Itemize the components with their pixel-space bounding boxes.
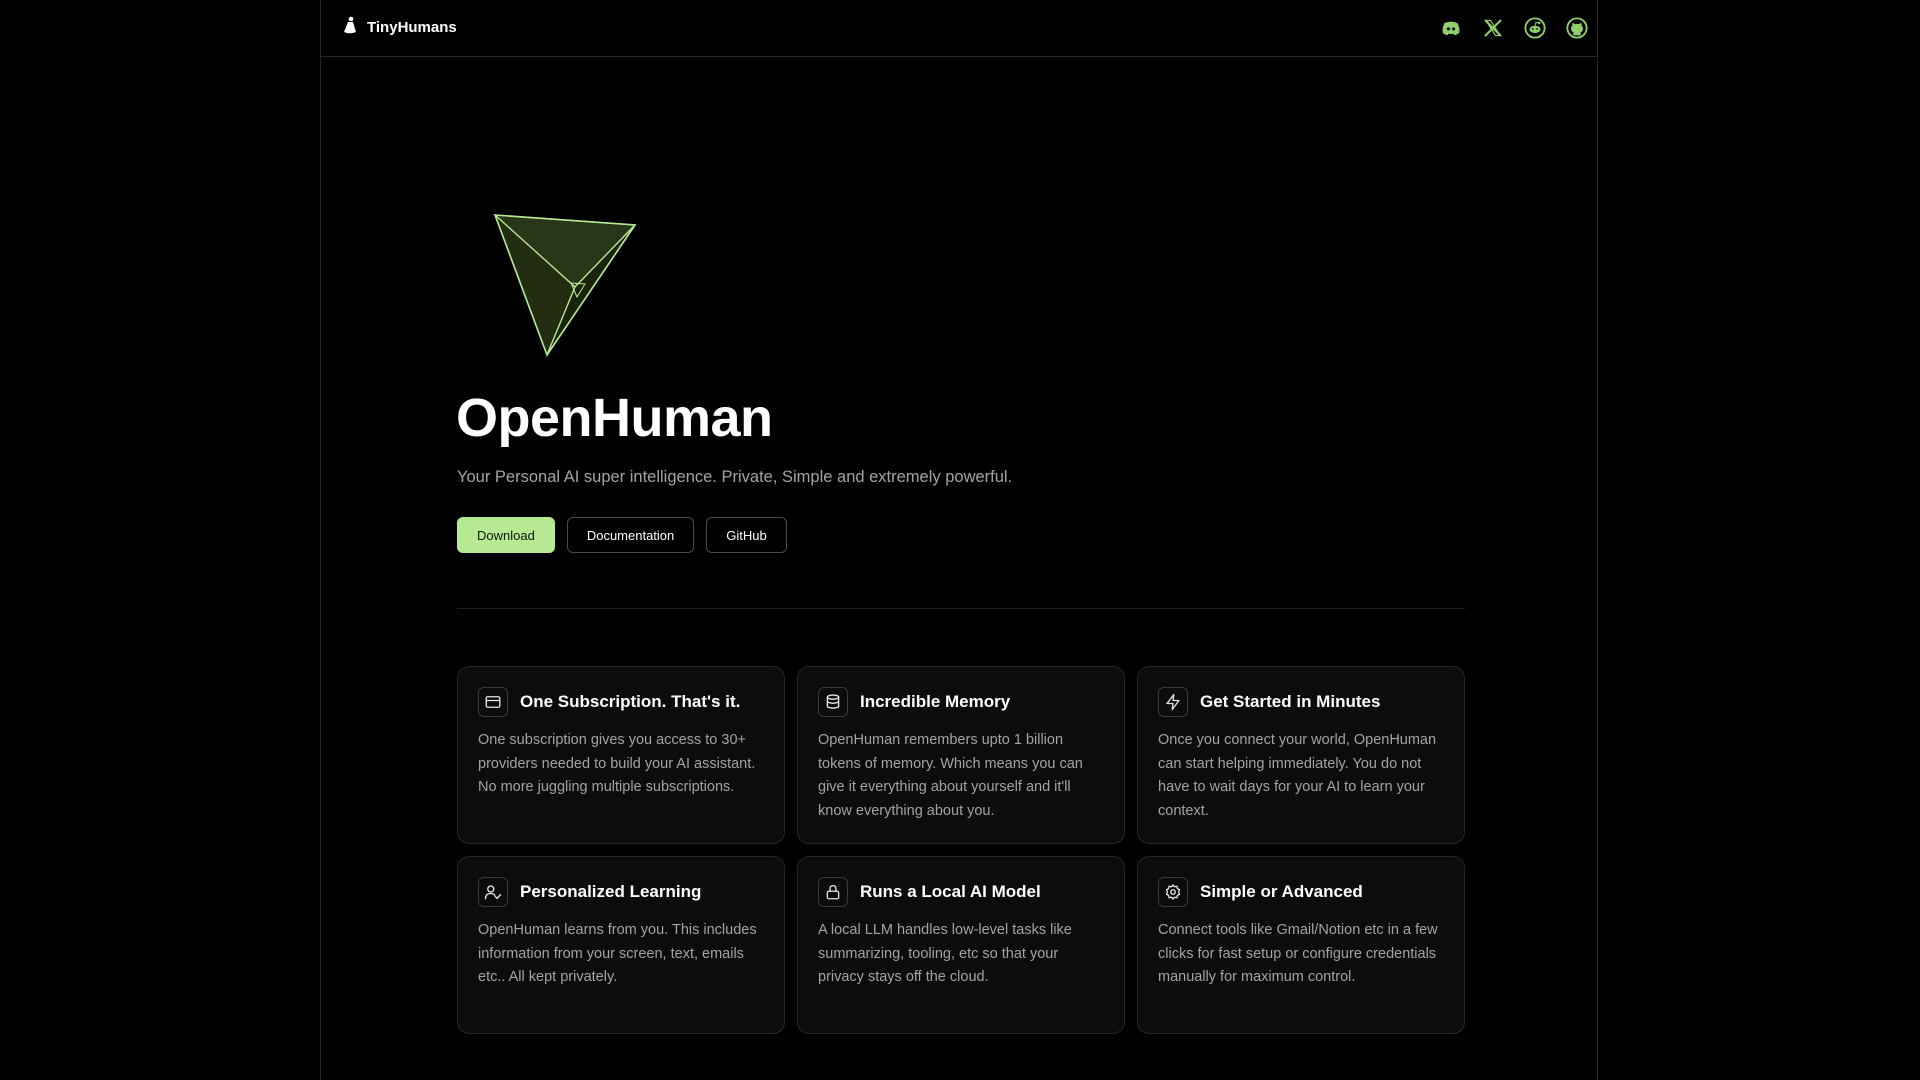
- github-icon[interactable]: [1565, 16, 1589, 40]
- settings-icon: [1158, 877, 1188, 907]
- feature-description: One subscription gives you access to 30+…: [478, 732, 756, 795]
- hero-pyramid-logo: [485, 205, 645, 365]
- brand-name: TinyHumans: [367, 19, 457, 36]
- hero-actions: Download Documentation GitHub: [457, 517, 787, 553]
- documentation-button[interactable]: Documentation: [566, 517, 695, 553]
- x-icon[interactable]: [1481, 16, 1505, 40]
- credit-card-icon: [478, 687, 508, 717]
- feature-card: Simple or Advanced Connect tools like Gm…: [1137, 856, 1465, 1034]
- top-navbar: TinyHumans: [321, 0, 1597, 57]
- feature-card: Get Started in Minutes Once you connect …: [1137, 666, 1465, 844]
- feature-title: Runs a Local AI Model: [860, 882, 1041, 901]
- github-button[interactable]: GitHub: [706, 517, 787, 553]
- feature-description: Connect tools like Gmail/Notion etc in a…: [1158, 922, 1438, 985]
- social-links: [1439, 16, 1589, 40]
- feature-description: OpenHuman learns from you. This includes…: [478, 922, 757, 985]
- feature-card: Runs a Local AI Model A local LLM handle…: [797, 856, 1125, 1034]
- feature-description: Once you connect your world, OpenHuman c…: [1158, 732, 1437, 819]
- section-divider: [457, 608, 1465, 609]
- reddit-icon[interactable]: [1523, 16, 1547, 40]
- feature-card: Incredible Memory OpenHuman remembers up…: [797, 666, 1125, 844]
- feature-title: Personalized Learning: [520, 882, 702, 901]
- feature-description: OpenHuman remembers upto 1 billion token…: [818, 732, 1083, 819]
- feature-title: One Subscription. That's it.: [520, 692, 741, 711]
- discord-icon[interactable]: [1439, 16, 1463, 40]
- feature-card: Personalized Learning OpenHuman learns f…: [457, 856, 785, 1034]
- page-title: OpenHuman: [456, 388, 773, 448]
- user-check-icon: [478, 877, 508, 907]
- features-grid: One Subscription. That's it. One subscri…: [457, 666, 1465, 1034]
- feature-title: Get Started in Minutes: [1200, 692, 1381, 711]
- lightning-icon: [1158, 687, 1188, 717]
- page-frame: TinyHumans OpenHuman Your Personal AI su…: [320, 0, 1598, 1080]
- feature-title: Simple or Advanced: [1200, 882, 1363, 901]
- database-icon: [818, 687, 848, 717]
- lock-icon: [818, 877, 848, 907]
- download-button[interactable]: Download: [457, 517, 555, 553]
- feature-title: Incredible Memory: [860, 692, 1011, 711]
- hero-subtitle: Your Personal AI super intelligence. Pri…: [457, 468, 1013, 486]
- feature-description: A local LLM handles low-level tasks like…: [818, 922, 1072, 985]
- brand-link[interactable]: TinyHumans: [343, 16, 457, 39]
- tinyhumans-logo-icon: [343, 16, 357, 39]
- feature-card: One Subscription. That's it. One subscri…: [457, 666, 785, 844]
